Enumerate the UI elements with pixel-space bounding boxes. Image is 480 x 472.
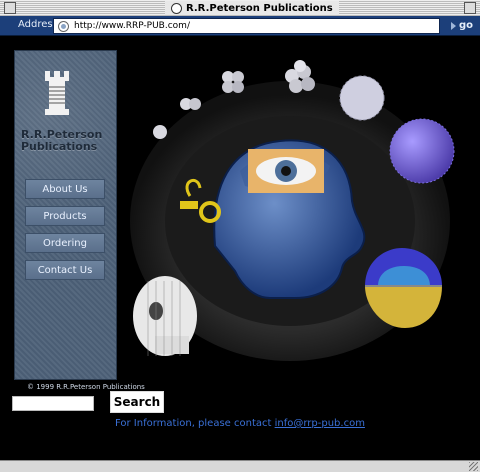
search-input[interactable] xyxy=(12,396,94,411)
address-field[interactable]: http://www.RRP-PUB.com/ xyxy=(53,18,440,34)
cell-stage-1 xyxy=(153,125,167,139)
url-text[interactable]: http://www.RRP-PUB.com/ xyxy=(74,21,190,31)
title-bar: R.R.Peterson Publications xyxy=(0,0,480,17)
brand-name: R.R.Peterson Publications xyxy=(21,129,113,153)
status-bar xyxy=(0,460,480,472)
nav-contact-us[interactable]: Contact Us xyxy=(25,260,105,280)
brand-line-2: Publications xyxy=(21,140,98,153)
zoom-box[interactable] xyxy=(464,2,476,14)
window-title-wrap: R.R.Peterson Publications xyxy=(165,1,339,15)
cell-stage-6 xyxy=(389,118,455,184)
nav-ordering[interactable]: Ordering xyxy=(25,233,105,253)
contact-prefix: For Information, please contact xyxy=(115,418,272,429)
globe-icon xyxy=(171,2,182,14)
globe-icon xyxy=(58,20,69,32)
cell-stage-4 xyxy=(285,60,315,93)
contact-info: For Information, please contact info@rrp… xyxy=(115,418,365,429)
cell-stage-3 xyxy=(222,71,244,93)
page-content: R.R.Peterson Publications About Us Produ… xyxy=(0,36,480,460)
resize-grip-icon[interactable] xyxy=(469,462,478,471)
cell-stage-5 xyxy=(339,75,385,121)
chess-rook-icon xyxy=(45,71,69,115)
nav-about-us[interactable]: About Us xyxy=(25,179,105,199)
address-bar: Address: http://www.RRP-PUB.com/ go xyxy=(0,16,480,36)
search-button[interactable]: Search xyxy=(110,391,164,413)
close-box[interactable] xyxy=(4,2,16,14)
search-row: Search xyxy=(12,390,472,413)
go-button[interactable]: go xyxy=(448,18,476,33)
go-arrow-icon xyxy=(450,21,456,30)
go-label: go xyxy=(458,20,474,31)
cell-stage-2 xyxy=(180,98,201,110)
nav-products[interactable]: Products xyxy=(25,206,105,226)
contact-email-link[interactable]: info@rrp-pub.com xyxy=(275,418,365,429)
hero-artwork xyxy=(130,60,455,361)
sidebar-nav: About Us Products Ordering Contact Us xyxy=(25,179,105,287)
sidebar: R.R.Peterson Publications About Us Produ… xyxy=(14,50,145,391)
window-title: R.R.Peterson Publications xyxy=(186,2,333,14)
skull-image xyxy=(133,276,197,356)
